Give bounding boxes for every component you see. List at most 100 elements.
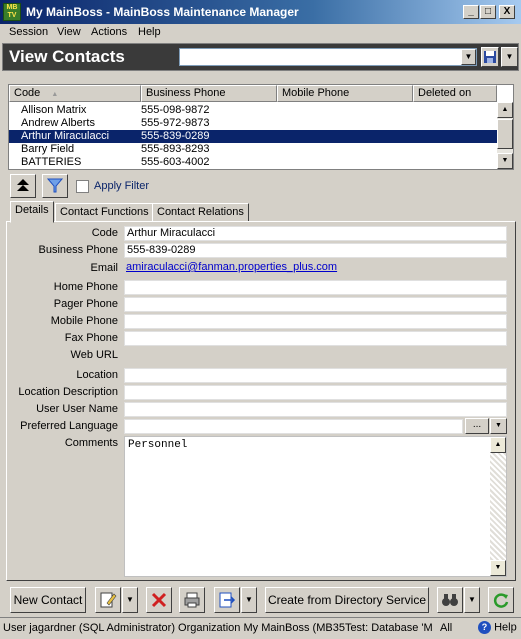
search-dropdown-button[interactable]: ▼ [464,587,480,613]
tab-details[interactable]: Details [10,201,54,223]
help-link[interactable]: ? Help [478,621,517,634]
contacts-grid: Code ▲ Business Phone Mobile Phone Delet… [8,84,514,170]
printer-icon [184,592,200,608]
status-text: User jagardner (SQL Administrator) Organ… [3,622,433,634]
collapse-grid-button[interactable] [10,174,36,198]
header-menu-dropdown[interactable]: ▼ [501,47,518,67]
business-phone-field[interactable]: 555-839-0289 [124,243,507,258]
mobile-phone-label: Mobile Phone [50,315,118,327]
edit-pencil-icon [100,592,117,608]
funnel-icon [46,178,64,193]
fax-phone-field[interactable] [124,331,507,346]
export-document-icon [219,592,236,608]
scroll-up-button[interactable]: ▲ [490,437,506,453]
table-row[interactable]: Allison Matrix 555-098-9872 [9,104,497,117]
title-bar: MB TV My MainBoss - MainBoss Maintenance… [0,0,521,24]
scroll-down-button[interactable]: ▼ [497,153,513,169]
preferred-language-browse-button[interactable]: ... [465,418,489,434]
scroll-up-button[interactable]: ▲ [497,102,513,118]
export-dropdown-button[interactable]: ▼ [241,587,257,613]
location-field[interactable] [124,368,507,383]
binoculars-icon [442,594,458,606]
location-label: Location [76,369,118,381]
user-user-name-label: User User Name [36,403,118,415]
user-user-name-field[interactable] [124,402,507,417]
cell-business-phone: 555-839-0289 [141,130,210,142]
column-header-business-phone[interactable]: Business Phone [141,85,277,102]
home-phone-label: Home Phone [53,281,118,293]
table-row-selected[interactable]: Arthur Miraculacci 555-839-0289 [9,130,497,143]
close-button[interactable]: X [499,5,515,19]
cell-code: Allison Matrix [21,104,87,116]
cell-business-phone: 555-603-4002 [141,156,210,168]
apply-filter-checkbox[interactable] [76,180,89,193]
grid-scrollbar[interactable]: ▲ ▼ [497,102,513,169]
apply-filter-label[interactable]: Apply Filter [94,180,149,192]
pager-phone-field[interactable] [124,297,507,312]
minimize-button[interactable]: _ [463,5,479,19]
chevron-down-icon[interactable]: ▼ [461,49,476,65]
fax-phone-label: Fax Phone [64,332,118,344]
cell-code: Barry Field [21,143,75,155]
menu-session[interactable]: Session [9,26,48,38]
scroll-thumb[interactable] [497,119,513,149]
new-contact-button[interactable]: New Contact [10,587,86,613]
status-bar: User jagardner (SQL Administrator) Organ… [0,617,521,639]
menu-help[interactable]: Help [138,26,161,38]
refresh-icon [493,593,509,608]
view-header: View Contacts ▼ ▼ [2,43,519,71]
table-row[interactable]: Barry Field 555-893-8293 [9,143,497,156]
location-description-label: Location Description [18,386,118,398]
mainboss-app-icon[interactable]: MB TV [3,3,21,21]
home-phone-field[interactable] [124,280,507,295]
cell-code: Arthur Miraculacci [21,130,110,142]
column-header-mobile-phone[interactable]: Mobile Phone [277,85,413,102]
web-url-label: Web URL [70,349,118,361]
preferred-language-field[interactable] [124,419,463,434]
preferred-language-label: Preferred Language [20,420,118,432]
cell-business-phone: 555-972-9873 [141,117,210,129]
filter-button[interactable] [42,174,68,198]
save-filter-button[interactable] [481,47,499,67]
comments-scrollbar[interactable]: ▲ ▼ [490,437,506,576]
email-label: Email [90,262,118,274]
scroll-down-button[interactable]: ▼ [490,560,506,576]
chevron-down-icon[interactable]: ▼ [490,418,507,434]
export-button[interactable] [214,587,240,613]
cell-business-phone: 555-098-9872 [141,104,210,116]
edit-dropdown-button[interactable]: ▼ [122,587,138,613]
table-row[interactable]: BATTERIES 555-603-4002 [9,156,497,169]
mobile-phone-field[interactable] [124,314,507,329]
page-title: View Contacts [9,47,125,66]
menu-actions[interactable]: Actions [91,26,127,38]
status-all: All [440,622,453,634]
code-field[interactable]: Arthur Miraculacci [124,226,507,241]
delete-button[interactable] [146,587,172,613]
sort-ascending-icon: ▲ [51,91,59,98]
search-button[interactable] [437,587,463,613]
column-header-code-label: Code [14,87,41,99]
window-title: My MainBoss - MainBoss Maintenance Manag… [26,5,299,19]
location-description-field[interactable] [124,385,507,400]
tab-contact-functions[interactable]: Contact Functions [55,203,154,222]
maximize-button[interactable]: □ [480,5,496,19]
web-url-field[interactable] [124,348,507,363]
print-button[interactable] [179,587,205,613]
cell-code: Andrew Alberts [21,117,95,129]
table-row[interactable]: Andrew Alberts 555-972-9873 [9,117,497,130]
tab-contact-relations[interactable]: Contact Relations [152,203,249,222]
column-header-deleted-on[interactable]: Deleted on [413,85,497,102]
email-field[interactable]: amiraculacci@fanman.properties_plus.com [124,261,507,276]
menu-view[interactable]: View [57,26,81,38]
cell-code: BATTERIES [21,156,82,168]
business-phone-label: Business Phone [38,244,119,256]
filter-select[interactable]: ▼ [179,48,477,66]
comments-textarea[interactable]: Personnel ▲ ▼ [124,436,507,577]
email-link[interactable]: amiraculacci@fanman.properties_plus.com [126,261,337,273]
create-from-directory-service-button[interactable]: Create from Directory Service [265,587,429,613]
column-header-code[interactable]: Code ▲ [9,85,141,102]
edit-button[interactable] [95,587,121,613]
help-label[interactable]: Help [494,621,517,633]
menu-bar: Session View Actions Help [0,24,521,42]
refresh-button[interactable] [488,587,514,613]
